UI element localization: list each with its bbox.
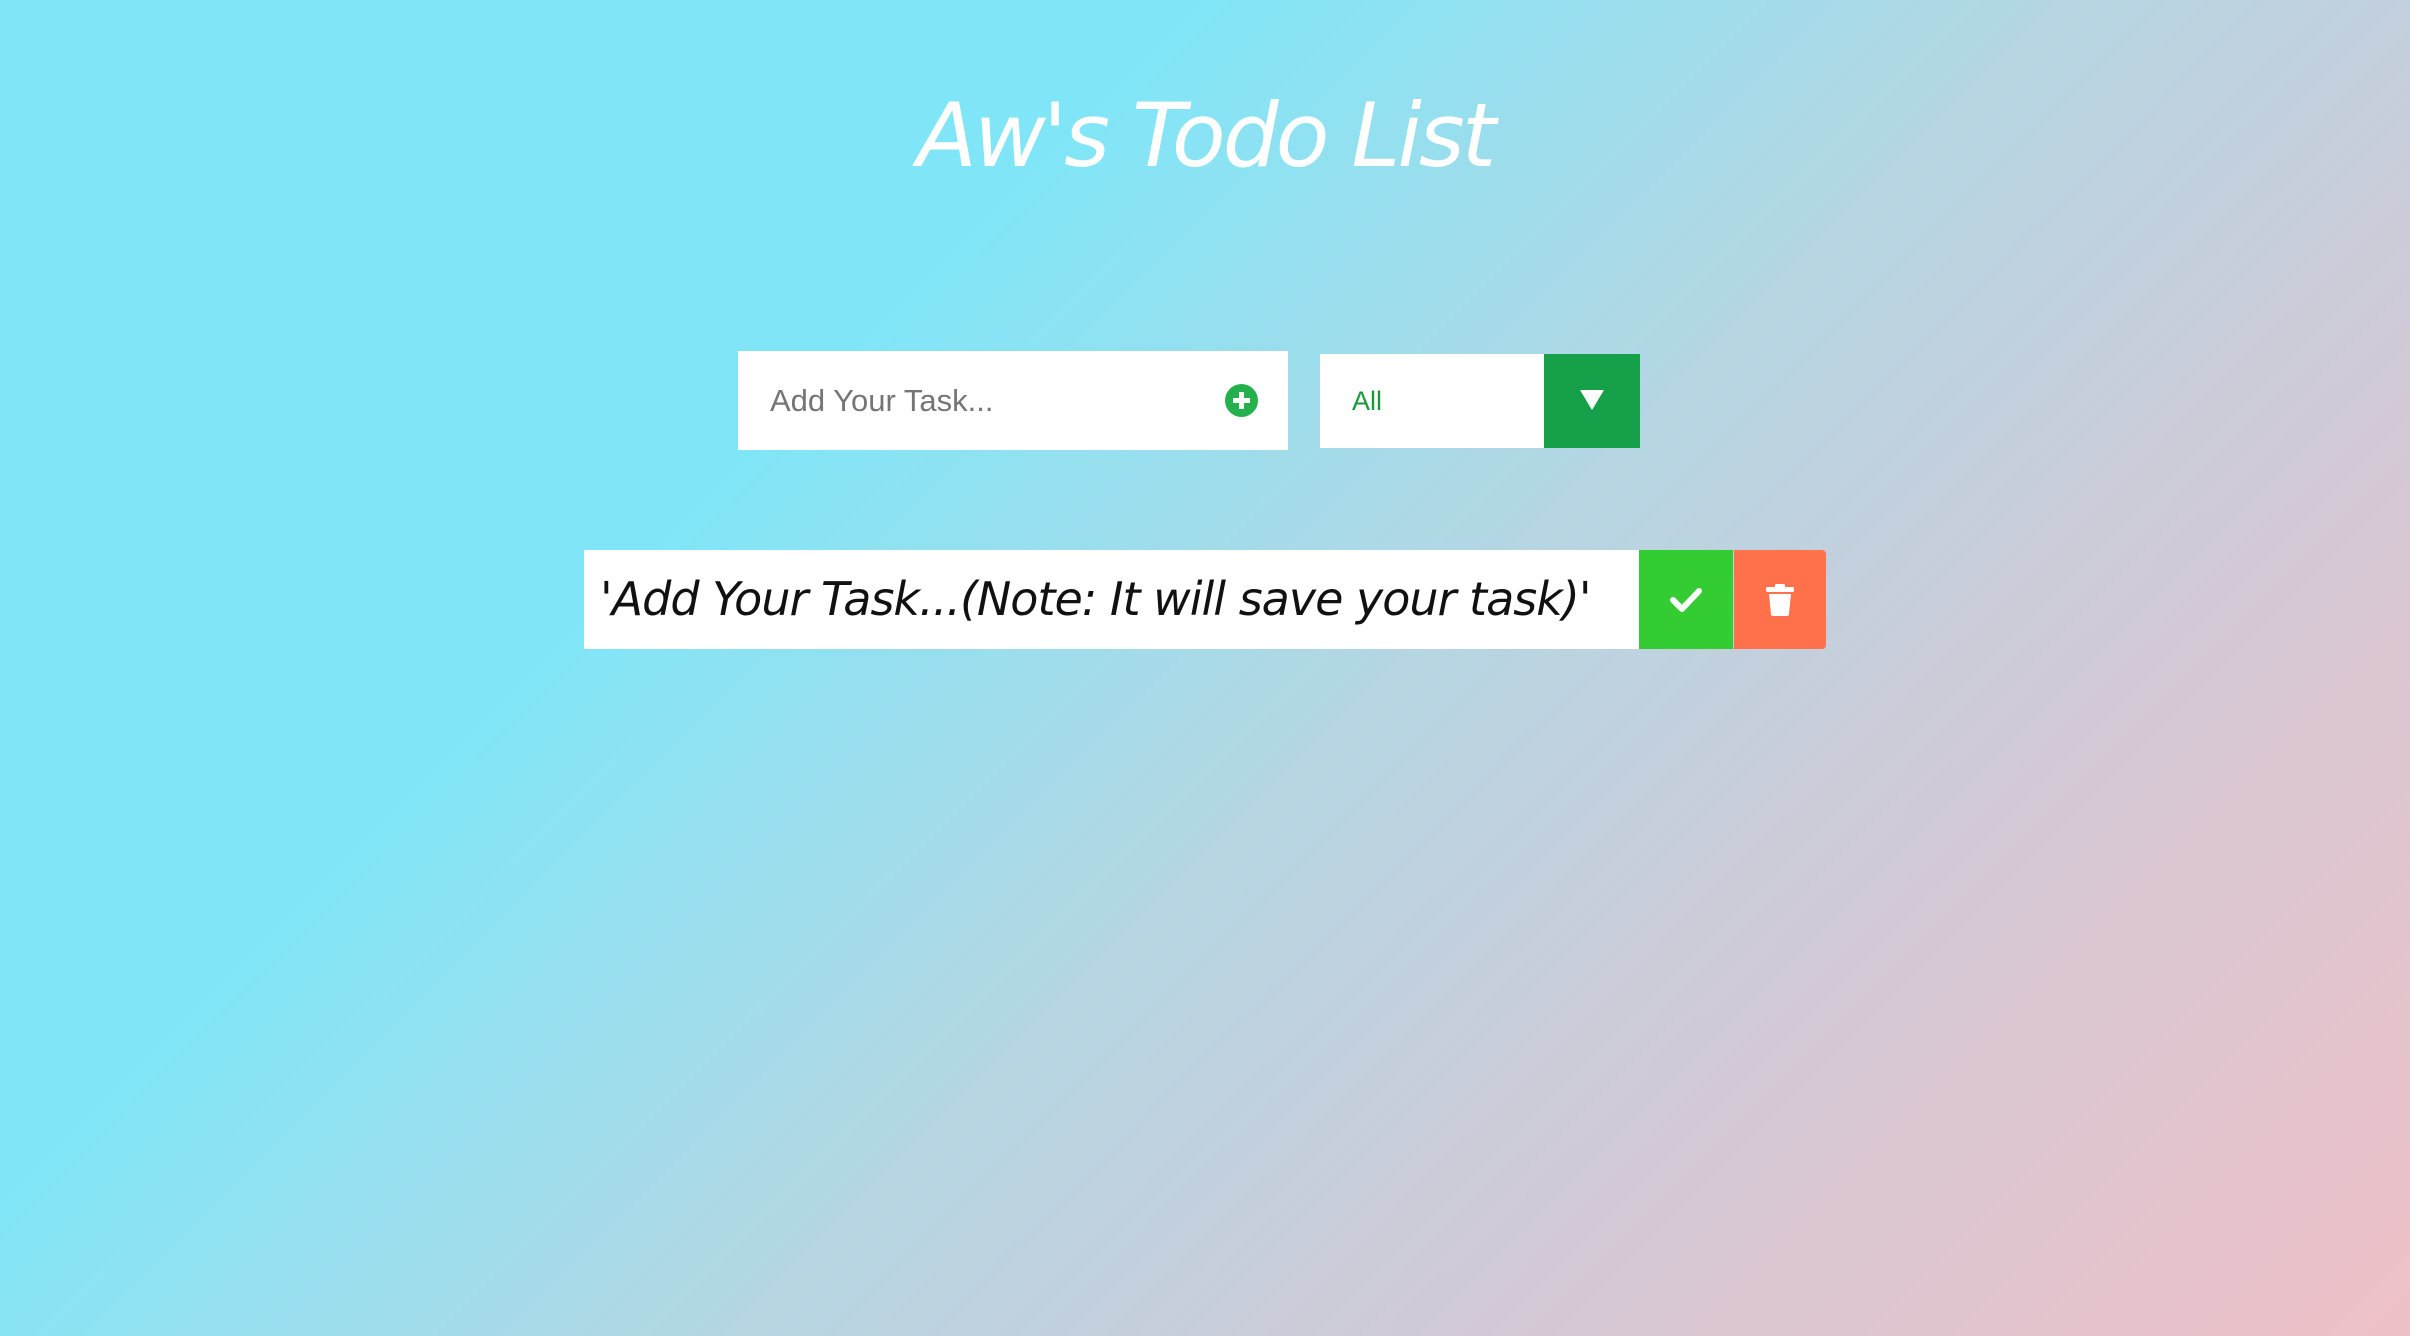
filter-dropdown-toggle[interactable] xyxy=(1544,354,1640,448)
page-title: Aw's Todo List xyxy=(916,84,1496,187)
filter-select[interactable]: All xyxy=(1320,354,1640,448)
plus-circle-icon xyxy=(1233,392,1250,409)
add-task-form xyxy=(738,351,1288,450)
task-input[interactable] xyxy=(738,351,1198,450)
todo-item: 'Add Your Task...(Note: It will save you… xyxy=(584,550,1826,649)
trash-icon xyxy=(1766,583,1794,616)
todo-item-text: 'Add Your Task...(Note: It will save you… xyxy=(584,550,1639,649)
check-icon xyxy=(1670,587,1702,612)
triangle-down-icon xyxy=(1580,390,1604,410)
complete-button[interactable] xyxy=(1639,550,1733,649)
filter-selected-value: All xyxy=(1352,386,1383,416)
delete-button[interactable] xyxy=(1734,550,1826,649)
add-task-button[interactable] xyxy=(1225,384,1258,417)
